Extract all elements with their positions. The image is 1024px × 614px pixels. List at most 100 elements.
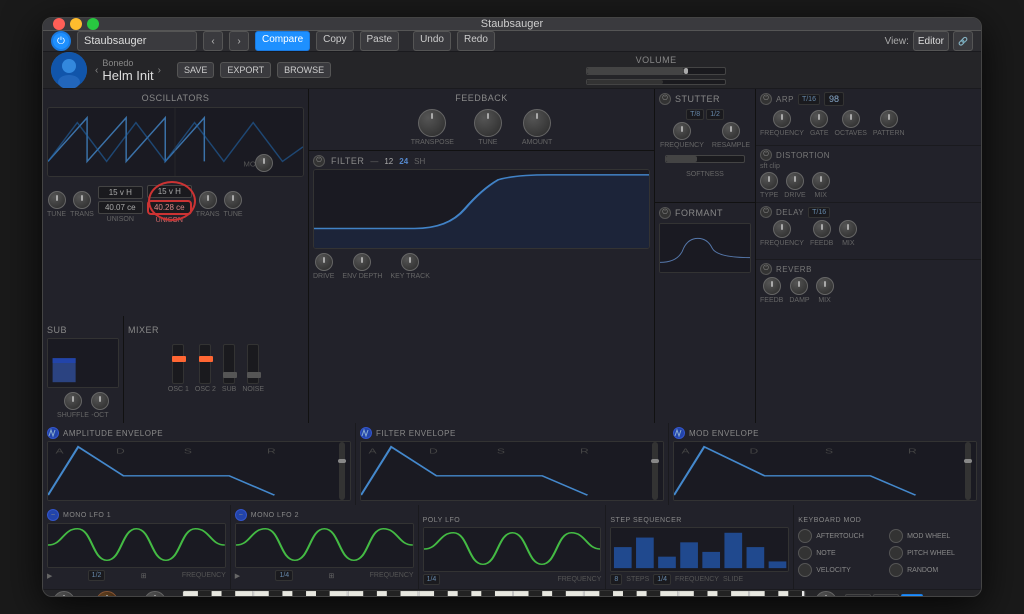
sub-shuffle-knob[interactable] (64, 392, 82, 410)
delay-mix-knob[interactable] (839, 220, 857, 238)
volume-slider[interactable] (586, 67, 726, 75)
mod-env-panel: MOD ENVELOPE A D S R (669, 423, 981, 505)
amp-env-slider[interactable] (338, 442, 346, 500)
arp-gate-label: GATE (810, 130, 829, 137)
aftertouch-icon[interactable] (798, 529, 812, 543)
aftertouch-label: AFTERTOUCH (816, 533, 864, 540)
vel-track-knob[interactable] (144, 591, 166, 598)
tune-knob-2[interactable] (224, 191, 242, 209)
mod-wheel-icon[interactable] (889, 529, 903, 543)
aut-btn[interactable]: AUT (873, 594, 899, 597)
transpose-knob[interactable] (418, 109, 446, 137)
filter-controls: DRIVE ENV DEPTH KEY TRACK (313, 253, 650, 280)
lfo1-freq-label: FREQUENCY (182, 572, 226, 579)
keyboard[interactable]: keys rendered below (182, 590, 805, 597)
porta-type-group: OFF AUT ON PORTA TYPE (845, 594, 923, 597)
undo-button[interactable]: Undo (413, 31, 451, 51)
redo-button[interactable]: Redo (457, 31, 495, 51)
osc1-value1: 15 v H (98, 186, 143, 199)
volume-sub-slider[interactable] (586, 79, 726, 85)
arp-gate-knob[interactable] (810, 110, 828, 128)
filter-env-slider[interactable] (651, 442, 659, 500)
filter-type-1: — (370, 157, 378, 166)
arp-pattern-knob[interactable] (880, 110, 898, 128)
voices-knob[interactable] (53, 591, 75, 598)
delay-freq-knob[interactable] (773, 220, 791, 238)
next-arrow[interactable]: › (158, 65, 161, 76)
stutter-lower (655, 316, 755, 423)
reverb-damp-knob[interactable] (790, 277, 808, 295)
softness-slider[interactable] (665, 155, 745, 163)
trans-knob-2[interactable] (199, 191, 217, 209)
copy-button[interactable]: Copy (316, 31, 353, 51)
stutter-power[interactable]: ⏻ (659, 93, 671, 105)
resample-knob[interactable] (722, 122, 740, 140)
reverb-power[interactable]: ⏻ (760, 263, 772, 275)
dist-mix-knob[interactable] (812, 172, 830, 190)
arp-oct-knob[interactable] (842, 110, 860, 128)
lfo1-sync-icon: ⊞ (141, 572, 147, 580)
amp-env-display: A D S R (47, 441, 351, 501)
env-depth-knob[interactable] (353, 253, 371, 271)
volume-label: VOLUME (636, 55, 677, 65)
mod-env-slider[interactable] (964, 442, 972, 500)
velocity-icon[interactable] (798, 563, 812, 577)
noise-fader[interactable] (247, 344, 259, 384)
close-button[interactable] (53, 18, 65, 30)
dist-type-knob[interactable] (760, 172, 778, 190)
sub-oct-knob[interactable] (91, 392, 109, 410)
arp-controls: FREQUENCY GATE OCTAVES PATTERN (760, 110, 977, 137)
arp-power[interactable]: ⏻ (760, 93, 772, 105)
power-button[interactable]: ⏻ (51, 31, 71, 51)
reverb-panel: ⏻ REVERB FEEDB DAMP MIX (756, 260, 981, 316)
pitch-wheel-icon[interactable] (889, 546, 903, 560)
mod-knob[interactable] (255, 154, 273, 172)
filter-drive-knob[interactable] (315, 253, 333, 271)
center-lower (309, 316, 654, 423)
maximize-button[interactable] (87, 18, 99, 30)
stutter-freq-knob[interactable] (673, 122, 691, 140)
compare-button[interactable]: Compare (255, 31, 310, 51)
export-button[interactable]: EXPORT (220, 62, 271, 78)
osc1-fader[interactable] (172, 344, 184, 384)
dist-power[interactable]: ⏻ (760, 149, 772, 161)
browse-button[interactable]: BROWSE (277, 62, 331, 78)
reverb-mix-knob[interactable] (816, 277, 834, 295)
prev-arrow[interactable]: ‹ (95, 65, 98, 76)
prev-preset-button[interactable]: ‹ (203, 31, 223, 51)
filter-curve (313, 169, 650, 249)
preset-dropdown[interactable]: Staubsauger (77, 31, 197, 51)
filter-power[interactable]: ⏻ (313, 155, 325, 167)
on-btn[interactable]: ON (901, 594, 923, 597)
delay-power[interactable]: ⏻ (760, 206, 772, 218)
osc1-value2: 40.07 ce (98, 201, 143, 214)
arp-freq-knob[interactable] (773, 110, 791, 128)
note-icon[interactable] (798, 546, 812, 560)
trans-knob-1[interactable] (73, 191, 91, 209)
save-button[interactable]: SAVE (177, 62, 214, 78)
amount-knob[interactable] (523, 109, 551, 137)
paste-button[interactable]: Paste (360, 31, 400, 51)
key-track-label: KEY TRACK (390, 273, 429, 280)
svg-text:D: D (116, 448, 125, 456)
random-icon[interactable] (889, 563, 903, 577)
minimize-button[interactable] (70, 18, 82, 30)
sub-fader[interactable] (223, 344, 235, 384)
mixer-title: MIXER (128, 325, 159, 335)
view-dropdown[interactable]: Editor (913, 31, 949, 51)
link-button[interactable]: 🔗 (953, 31, 973, 51)
lfo1-freq: 1/2 (88, 570, 106, 581)
delay-feedb-knob[interactable] (813, 220, 831, 238)
off-btn[interactable]: OFF (845, 594, 871, 597)
tune-knob-1[interactable] (48, 191, 66, 209)
osc2-fader[interactable] (199, 344, 211, 384)
tune-fb-knob[interactable] (474, 109, 502, 137)
pitch-bend-knob[interactable] (96, 591, 118, 598)
formant-power[interactable]: ⏻ (659, 207, 671, 219)
porta-knob[interactable] (815, 591, 837, 598)
dist-drive-knob[interactable] (786, 172, 804, 190)
next-preset-button[interactable]: › (229, 31, 249, 51)
key-track-knob[interactable] (401, 253, 419, 271)
reverb-feedb-knob[interactable] (763, 277, 781, 295)
keyboard-mod-grid: AFTERTOUCH MOD WHEEL NOTE PITCH WHEEL VE… (798, 529, 977, 577)
